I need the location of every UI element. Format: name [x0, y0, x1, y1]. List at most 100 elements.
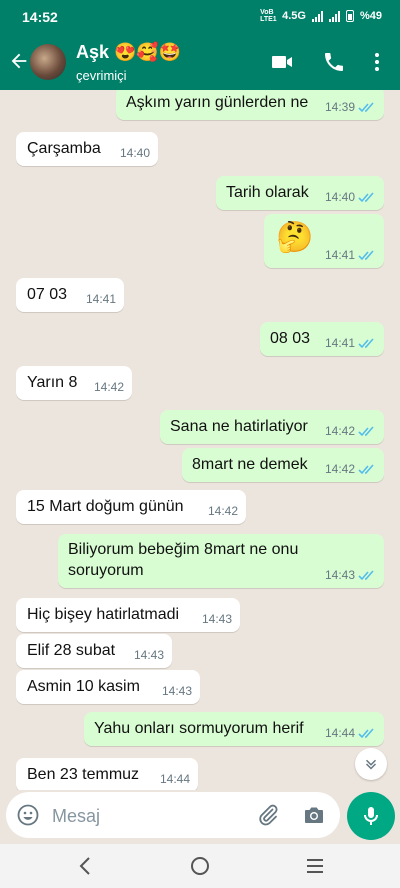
- nav-recents-icon[interactable]: [303, 854, 327, 878]
- contact-status: çevrimiçi: [76, 68, 127, 83]
- scroll-down-icon: [365, 759, 377, 770]
- read-ticks-icon: [358, 463, 374, 474]
- message-incoming[interactable]: Hiç bişey hatirlatmadi 14:43: [16, 598, 240, 632]
- message-text: Sana ne hatirlatiyor: [170, 418, 308, 435]
- status-bar: 14:52 VoB LTE1 4.5G %49: [0, 0, 400, 34]
- message-incoming[interactable]: Asmin 10 kasim 14:43: [16, 670, 200, 704]
- message-time: 14:43: [201, 612, 232, 626]
- read-ticks-icon: [358, 727, 374, 738]
- message-incoming[interactable]: Yarın 8 14:42: [16, 366, 132, 400]
- message-time: 14:41: [85, 292, 116, 306]
- message-time: 14:39: [324, 100, 355, 114]
- message-meta: 14:43: [162, 684, 192, 698]
- avatar[interactable]: [30, 44, 66, 80]
- message-incoming[interactable]: Elif 28 subat 14:43: [16, 634, 172, 668]
- message-incoming[interactable]: 07 03 14:41: [16, 278, 124, 312]
- battery-icon: [345, 10, 354, 22]
- status-indicators: VoB LTE1 4.5G %49: [260, 9, 382, 23]
- message-time: 14:42: [324, 462, 355, 476]
- read-ticks-icon: [358, 191, 374, 202]
- message-meta: 14:41: [325, 248, 376, 262]
- network-type: 4.5G: [282, 10, 306, 22]
- message-meta: 14:43: [202, 612, 232, 626]
- message-time: 14:43: [324, 568, 355, 582]
- message-outgoing[interactable]: 8mart ne demek 14:42: [182, 448, 384, 482]
- message-outgoing[interactable]: Tarih olarak 14:40: [216, 176, 384, 210]
- volte-indicator: VoB LTE1: [260, 9, 277, 23]
- message-time: 14:40: [324, 190, 355, 204]
- mic-icon: [364, 807, 378, 825]
- message-meta: 14:42: [325, 462, 376, 476]
- message-outgoing[interactable]: 🤔 14:41: [264, 214, 384, 268]
- message-meta: 14:44: [325, 726, 376, 740]
- mic-button[interactable]: [347, 792, 395, 840]
- message-text: Yahu onları sormuyorum herif: [94, 720, 304, 737]
- camera-icon[interactable]: [302, 803, 326, 827]
- message-outgoing[interactable]: Sana ne hatirlatiyor 14:42: [160, 410, 384, 444]
- composer-bar: [0, 790, 400, 844]
- message-time: 14:42: [324, 424, 355, 438]
- message-meta: 14:40: [120, 146, 150, 160]
- message-text: 07 03: [27, 286, 68, 303]
- signal-icon: [311, 10, 323, 22]
- message-text: Hiç bişey hatirlatmadi: [27, 606, 180, 623]
- message-input[interactable]: [50, 800, 244, 832]
- message-text: Yarın 8: [27, 374, 78, 391]
- message-meta: 14:41: [86, 292, 116, 306]
- message-time: 14:41: [324, 336, 355, 350]
- emoji-icon[interactable]: [16, 803, 40, 827]
- message-outgoing[interactable]: Aşkım yarın günlerden ne 14:39: [116, 90, 384, 120]
- message-text: 08 03: [270, 330, 311, 347]
- message-meta: 14:41: [325, 336, 376, 350]
- phone-icon[interactable]: [322, 50, 346, 74]
- message-text: Tarih olarak: [226, 184, 309, 201]
- read-ticks-icon: [358, 249, 374, 260]
- read-ticks-icon: [358, 337, 374, 348]
- message-incoming[interactable]: Ben 23 temmuz 14:44: [16, 758, 198, 790]
- attach-icon[interactable]: [256, 803, 280, 827]
- contact-name[interactable]: Aşk 😍🥰🤩: [76, 42, 181, 63]
- message-text: Çarşamba: [27, 140, 101, 157]
- message-outgoing[interactable]: Yahu onları sormuyorum herif 14:44: [84, 712, 384, 746]
- message-time: 14:44: [324, 726, 355, 740]
- message-text: Aşkım yarın günlerden ne: [126, 94, 309, 111]
- more-vert-icon[interactable]: [365, 50, 389, 74]
- read-ticks-icon: [358, 569, 374, 580]
- read-ticks-icon: [358, 101, 374, 112]
- message-incoming[interactable]: 15 Mart doğum günün 14:42: [16, 490, 246, 524]
- message-meta: 14:42: [208, 504, 238, 518]
- message-meta: 14:42: [325, 424, 376, 438]
- battery-level: %49: [359, 10, 382, 22]
- signal-icon-2: [328, 10, 340, 22]
- system-nav-bar: [0, 844, 400, 888]
- back-arrow-icon[interactable]: [8, 50, 30, 72]
- message-time: 14:43: [161, 684, 192, 698]
- message-text: Elif 28 subat: [27, 642, 116, 659]
- composer-box: [6, 792, 340, 838]
- video-call-icon[interactable]: [270, 50, 294, 74]
- message-time: 14:40: [119, 146, 150, 160]
- message-time: 14:44: [159, 772, 190, 786]
- message-text: 15 Mart doğum günün: [27, 498, 184, 515]
- message-time: 14:41: [324, 248, 355, 262]
- message-text: Asmin 10 kasim: [27, 678, 140, 695]
- message-outgoing[interactable]: Biliyorum bebeğim 8mart ne onu soruyorum…: [58, 534, 384, 588]
- message-text: 8mart ne demek: [192, 456, 308, 473]
- message-time: 14:42: [207, 504, 238, 518]
- message-text-line1: Biliyorum bebeğim 8mart ne onu: [68, 541, 299, 558]
- chat-header: Aşk 😍🥰🤩 çevrimiçi: [0, 34, 400, 90]
- nav-home-icon[interactable]: [188, 854, 212, 878]
- scroll-down-button[interactable]: [355, 748, 387, 780]
- message-text: Ben 23 temmuz: [27, 766, 140, 783]
- message-time: 14:42: [93, 380, 124, 394]
- message-emoji: 🤔: [276, 221, 314, 254]
- message-outgoing[interactable]: 08 03 14:41: [260, 322, 384, 356]
- message-meta: 14:43: [325, 568, 376, 582]
- message-time: 14:43: [133, 648, 164, 662]
- message-meta: 14:40: [325, 190, 376, 204]
- message-incoming[interactable]: Çarşamba 14:40: [16, 132, 158, 166]
- message-meta: 14:42: [94, 380, 124, 394]
- message-meta: 14:39: [325, 100, 376, 114]
- message-list[interactable]: Aşkım yarın günlerden ne 14:39 Çarşamba …: [0, 90, 400, 790]
- nav-back-icon[interactable]: [74, 854, 98, 878]
